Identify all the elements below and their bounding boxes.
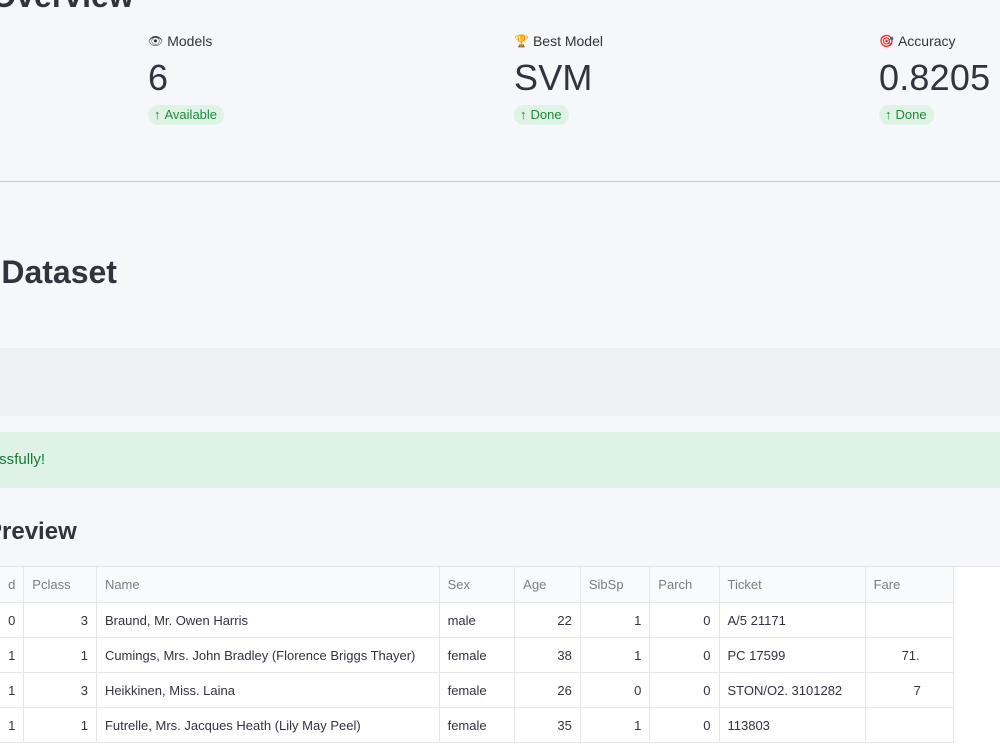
table-cell[interactable]: 26: [514, 672, 581, 708]
delta-badge: ↑ Done: [879, 105, 934, 125]
table-cell[interactable]: A/5 21171: [719, 602, 866, 638]
delta-text: Done: [530, 107, 562, 122]
metric-value: 0.8205: [879, 57, 991, 98]
table-cell[interactable]: 1: [23, 707, 97, 743]
preview-title: Preview: [0, 518, 77, 545]
table-cell[interactable]: 1: [580, 707, 651, 743]
table-cell[interactable]: 71.: [865, 637, 955, 673]
table-cell[interactable]: 3: [23, 672, 97, 708]
table-cell[interactable]: 1: [0, 707, 25, 743]
table-cell[interactable]: STON/O2. 3101282: [719, 672, 866, 708]
dataset-title: r Dataset: [1, 254, 117, 290]
metric-best-model: 🏆 Best Model SVM ↑ Done: [514, 33, 603, 125]
table-row: 0 3 Braund, Mr. Owen Harris male 22 1 0 …: [0, 602, 955, 638]
table-row: 1 1 Futrelle, Mrs. Jacques Heath (Lily M…: [0, 707, 955, 743]
column-header[interactable]: Ticket: [719, 567, 866, 603]
arrow-up-icon: ↑: [520, 107, 527, 122]
delta-text: Available: [164, 107, 218, 122]
column-header[interactable]: Pclass: [23, 567, 97, 603]
divider: [0, 181, 1000, 182]
delta-text: Done: [895, 107, 927, 122]
table-row: 1 3 Heikkinen, Miss. Laina female 26 0 0…: [0, 672, 955, 708]
table-cell[interactable]: 0: [0, 602, 25, 638]
table-cell[interactable]: Cumings, Mrs. John Bradley (Florence Bri…: [96, 637, 440, 673]
column-header[interactable]: Sex: [439, 567, 516, 603]
table-cell[interactable]: 113803: [719, 707, 866, 743]
column-header[interactable]: Name: [96, 567, 440, 603]
metric-accuracy: 🎯 Accuracy 0.8205 ↑ Done: [879, 33, 990, 125]
table-row: 1 1 Cumings, Mrs. John Bradley (Florence…: [0, 637, 955, 673]
table-cell[interactable]: 0: [649, 602, 720, 638]
metric-value: SVM: [514, 57, 593, 98]
table-cell[interactable]: female: [439, 707, 516, 743]
table-header-row: d Pclass Name Sex Age SibSp Parch Ticket…: [0, 567, 955, 603]
table-cell[interactable]: 1: [0, 637, 25, 673]
eye-icon: 👁: [148, 34, 164, 48]
metric-label: Accuracy: [897, 33, 956, 49]
table-cell[interactable]: Futrelle, Mrs. Jacques Heath (Lily May P…: [96, 707, 440, 743]
column-header[interactable]: Age: [514, 567, 581, 603]
table-cell[interactable]: 1: [580, 602, 651, 638]
delta-badge: ↑ Done: [514, 105, 569, 125]
table-cell[interactable]: 0: [649, 707, 720, 743]
metric-label: Models: [167, 33, 213, 49]
table-cell[interactable]: male: [439, 602, 516, 638]
table-cell[interactable]: Heikkinen, Miss. Laina: [96, 672, 440, 708]
table-cell[interactable]: female: [439, 672, 516, 708]
trophy-icon: 🏆: [514, 34, 529, 48]
table-cell[interactable]: [865, 602, 955, 638]
column-header[interactable]: SibSp: [580, 567, 651, 603]
table-cell[interactable]: 22: [514, 602, 581, 638]
metric-label: Best Model: [532, 33, 603, 49]
table-cell[interactable]: Braund, Mr. Owen Harris: [96, 602, 440, 638]
target-icon: 🎯: [879, 34, 894, 48]
table-cell[interactable]: 1: [580, 637, 651, 673]
table-cell[interactable]: female: [439, 637, 516, 673]
column-header[interactable]: Fare: [865, 567, 955, 603]
success-alert: successfully!: [0, 432, 1000, 488]
table-cell[interactable]: 1: [23, 637, 97, 673]
table-cell[interactable]: 1: [0, 672, 25, 708]
arrow-up-icon: ↑: [154, 107, 161, 122]
table-cell[interactable]: 3: [23, 602, 97, 638]
table-cell[interactable]: [865, 707, 955, 743]
table-cell[interactable]: 0: [649, 637, 720, 673]
metric-models: 👁 Models 6 ↑ Available: [148, 33, 225, 125]
data-table[interactable]: d Pclass Name Sex Age SibSp Parch Ticket…: [0, 566, 1000, 751]
column-header[interactable]: Parch: [649, 567, 720, 603]
success-message: successfully!: [0, 451, 46, 468]
file-uploader-area[interactable]: [0, 348, 1000, 416]
table-cell[interactable]: 0: [580, 672, 651, 708]
delta-badge: ↑ Available: [148, 105, 225, 125]
column-header[interactable]: d: [0, 567, 25, 603]
metric-value: 6: [148, 57, 169, 98]
table-cell[interactable]: 38: [514, 637, 581, 673]
table-cell[interactable]: 0: [649, 672, 720, 708]
overview-title: Overview: [0, 0, 134, 14]
table-cell[interactable]: 35: [514, 707, 581, 743]
table-cell[interactable]: PC 17599: [719, 637, 866, 673]
arrow-up-icon: ↑: [885, 107, 892, 122]
page-title: r Overview: [0, 0, 134, 15]
table-cell[interactable]: 7: [865, 672, 955, 708]
